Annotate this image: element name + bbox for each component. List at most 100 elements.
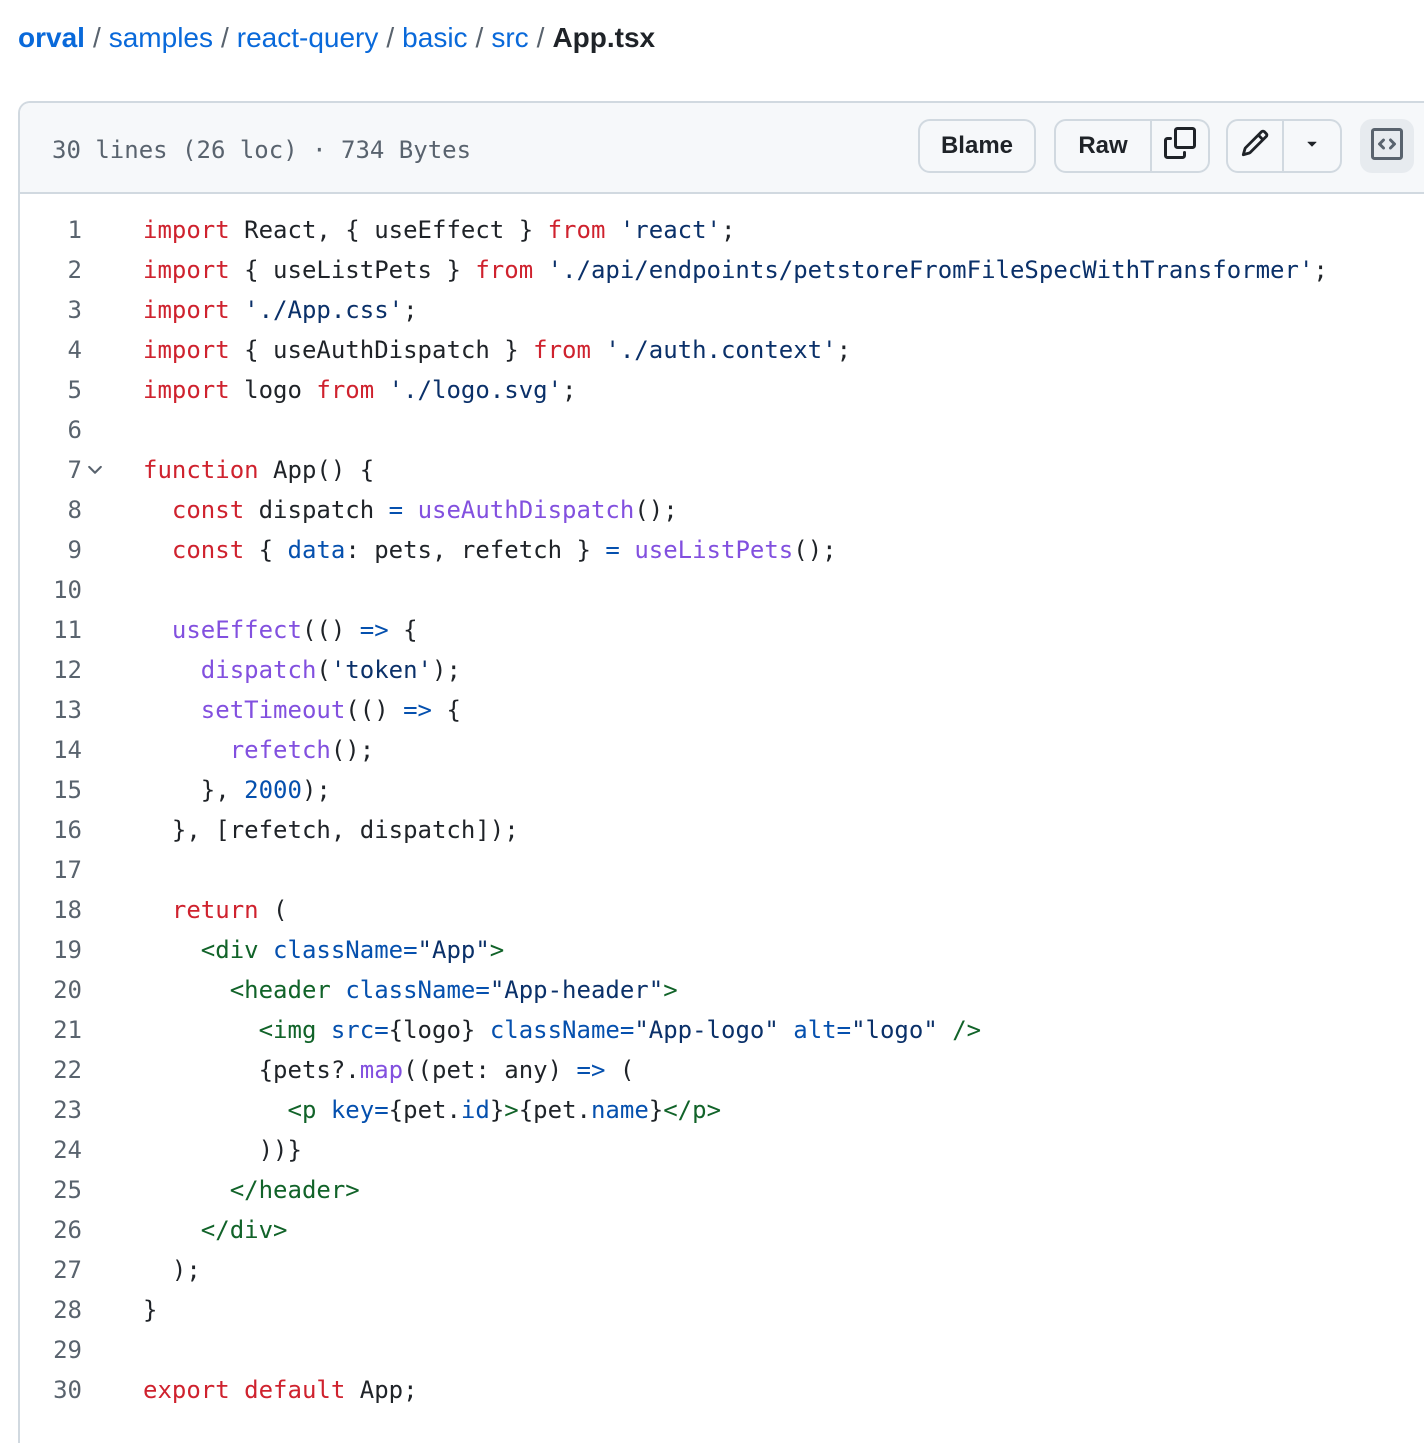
- code-token: </header>: [229, 1176, 360, 1204]
- line-number[interactable]: 2: [20, 250, 82, 290]
- line-number[interactable]: 1: [20, 210, 82, 250]
- code-token: import: [143, 376, 230, 404]
- code-token: );: [301, 776, 331, 804]
- line-number[interactable]: 24: [20, 1130, 82, 1170]
- code-token: }, [refetch, dispatch]);: [143, 816, 519, 844]
- code-token: function: [143, 456, 259, 484]
- code-token: <div: [200, 936, 259, 964]
- line-number[interactable]: 17: [20, 850, 82, 890]
- code-token: <p: [287, 1096, 317, 1124]
- code-line: 24 ))}: [20, 1130, 1424, 1170]
- fold-chevron-down-icon[interactable]: [84, 450, 106, 490]
- line-number[interactable]: 5: [20, 370, 82, 410]
- line-number[interactable]: 10: [20, 570, 82, 610]
- code-line: 19 <div className="App">: [20, 930, 1424, 970]
- code-line: 16 }, [refetch, dispatch]);: [20, 810, 1424, 850]
- blame-button[interactable]: Blame: [918, 119, 1036, 173]
- line-number[interactable]: 6: [20, 410, 82, 450]
- line-number[interactable]: 18: [20, 890, 82, 930]
- code-token: React, { useEffect }: [229, 216, 548, 244]
- line-number[interactable]: 8: [20, 490, 82, 530]
- line-number[interactable]: 11: [20, 610, 82, 650]
- line-number[interactable]: 3: [20, 290, 82, 330]
- line-number[interactable]: 16: [20, 810, 82, 850]
- code-token: ;: [403, 296, 418, 324]
- breadcrumb-link-react-query[interactable]: react-query: [237, 22, 379, 53]
- edit-more-options-button[interactable]: [1284, 119, 1342, 173]
- line-number[interactable]: 21: [20, 1010, 82, 1050]
- code-token: key: [330, 1096, 375, 1124]
- line-number[interactable]: 22: [20, 1050, 82, 1090]
- line-number[interactable]: 12: [20, 650, 82, 690]
- line-number[interactable]: 30: [20, 1370, 82, 1410]
- code-view: 1 import React, { useEffect } from 'react…: [20, 210, 1424, 1410]
- symbols-panel-button[interactable]: [1360, 119, 1414, 173]
- breadcrumb-separator: /: [92, 22, 101, 53]
- code-text: ))}: [143, 1130, 302, 1170]
- line-number[interactable]: 20: [20, 970, 82, 1010]
- code-token: setTimeout: [200, 696, 346, 724]
- code-token: logo: [229, 376, 317, 404]
- breadcrumb-file-name: App.tsx: [552, 22, 656, 53]
- code-token: {: [432, 696, 461, 724]
- code-token: ;: [836, 336, 852, 364]
- code-line: 11 useEffect(() => {: [20, 610, 1424, 650]
- code-token: './api/endpoints/petstoreFromFileSpecWit…: [547, 256, 1314, 284]
- code-token: App;: [345, 1376, 418, 1404]
- line-number[interactable]: 13: [20, 690, 82, 730]
- code-line: 9 const { data: pets, refetch } = useLis…: [20, 530, 1424, 570]
- line-number[interactable]: 15: [20, 770, 82, 810]
- line-number[interactable]: 4: [20, 330, 82, 370]
- line-number[interactable]: 28: [20, 1290, 82, 1330]
- code-token: './auth.context': [605, 336, 837, 364]
- code-token: (: [258, 896, 288, 924]
- code-token: refetch: [229, 736, 331, 764]
- copy-raw-button[interactable]: [1152, 119, 1210, 173]
- code-token: map: [359, 1056, 404, 1084]
- code-token: (: [316, 656, 331, 684]
- line-number[interactable]: 14: [20, 730, 82, 770]
- breadcrumb-repo-link[interactable]: orval: [18, 22, 85, 53]
- code-token: from: [547, 216, 606, 244]
- code-token: data: [287, 536, 346, 564]
- code-text: useEffect(() => {: [143, 610, 418, 650]
- code-token: );: [143, 1256, 201, 1284]
- raw-button[interactable]: Raw: [1054, 119, 1152, 173]
- code-token: './App.css': [244, 296, 404, 324]
- line-number[interactable]: 19: [20, 930, 82, 970]
- code-token: ;: [721, 216, 736, 244]
- line-number[interactable]: 9: [20, 530, 82, 570]
- line-number[interactable]: 23: [20, 1090, 82, 1130]
- edit-file-button[interactable]: [1226, 119, 1284, 173]
- code-token: 2000: [244, 776, 302, 804]
- line-number[interactable]: 7: [20, 450, 82, 490]
- line-number[interactable]: 25: [20, 1170, 82, 1210]
- code-token: =>: [576, 1056, 606, 1084]
- line-number[interactable]: 26: [20, 1210, 82, 1250]
- code-token: dispatch: [200, 656, 317, 684]
- code-token: ;: [562, 376, 577, 404]
- code-token: "App-header": [489, 976, 664, 1004]
- line-number[interactable]: 27: [20, 1250, 82, 1290]
- code-token: ();: [330, 736, 375, 764]
- code-text: {pets?.map((pet: any) => (: [143, 1050, 635, 1090]
- breadcrumb-link-basic[interactable]: basic: [402, 22, 467, 53]
- code-line: 29: [20, 1330, 1424, 1370]
- code-line: 2 import { useListPets } from './api/endp…: [20, 250, 1424, 290]
- line-number[interactable]: 29: [20, 1330, 82, 1370]
- breadcrumb-link-samples[interactable]: samples: [109, 22, 213, 53]
- code-token: return: [171, 896, 259, 924]
- breadcrumb-separator: /: [386, 22, 395, 53]
- code-token: ((): [301, 616, 360, 644]
- code-line: 20 <header className="App-header">: [20, 970, 1424, 1010]
- code-token: className: [345, 976, 476, 1004]
- breadcrumb-link-src[interactable]: src: [491, 22, 528, 53]
